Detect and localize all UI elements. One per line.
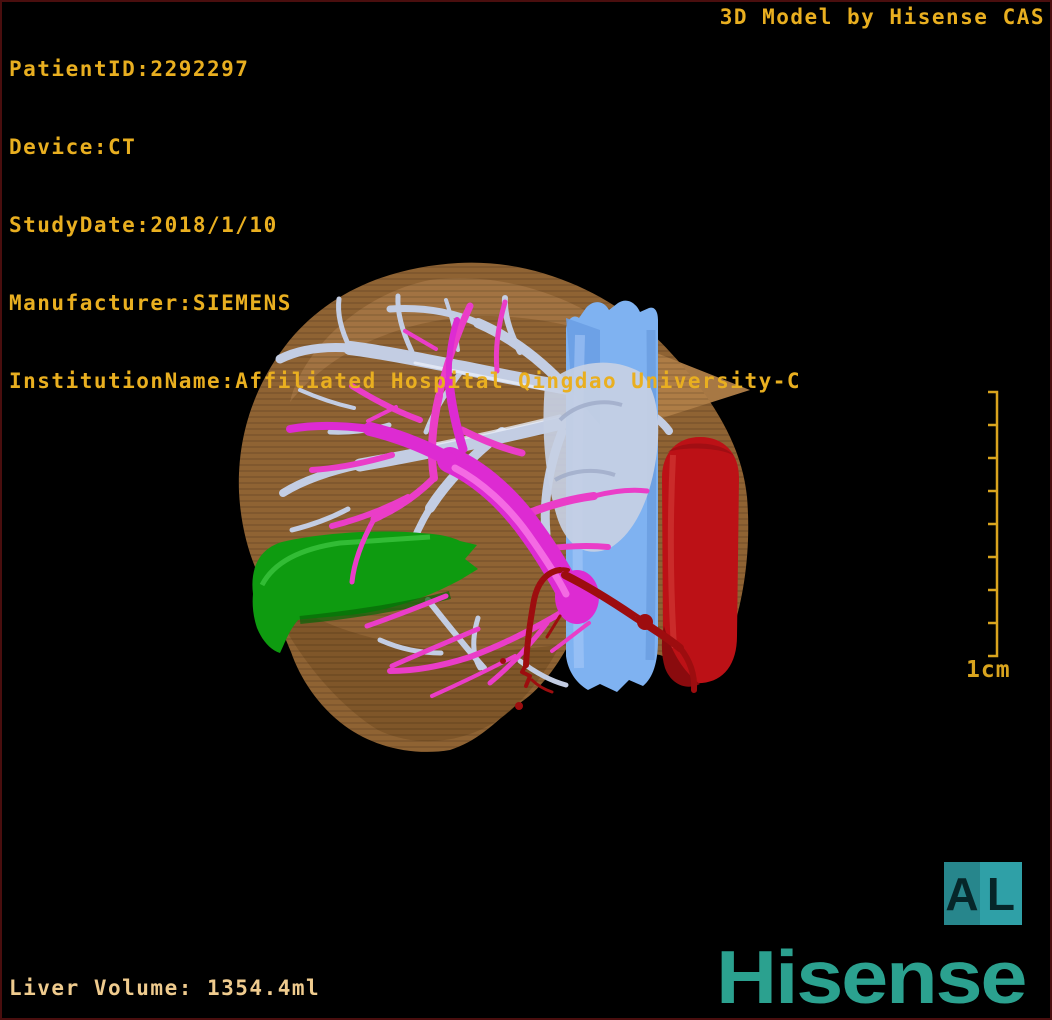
watermark-title: 3D Model by Hisense CAS (719, 5, 1045, 29)
aorta-highlight (667, 454, 677, 649)
patient-id-text: PatientID:2292297 (9, 57, 250, 81)
aorta-model[interactable] (661, 437, 739, 687)
orientation-face-left[interactable]: L (979, 862, 1022, 925)
institution-text: InstitutionName:Affiliated Hospital Qing… (9, 369, 802, 393)
viewer-window: PatientID:2292297 Device:CT StudyDate:20… (0, 0, 1052, 1020)
study-date-text: StudyDate:2018/1/10 (9, 213, 278, 237)
scale-label: 1cm (966, 657, 1011, 683)
orientation-letter-a: A (945, 867, 979, 920)
orientation-letter-l: L (986, 867, 1015, 920)
brand-logo: Hisense (716, 935, 1028, 1019)
orientation-face-anterior[interactable]: A (944, 862, 980, 925)
device-text: Device:CT (9, 135, 137, 159)
manufacturer-text: Manufacturer:SIEMENS (9, 291, 292, 315)
patient-info: PatientID:2292297 Device:CT StudyDate:20… (9, 4, 801, 446)
liver-volume-readout: Liver Volume: 1354.4ml (9, 976, 321, 1000)
orientation-cube[interactable]: A L (944, 862, 1022, 925)
scale-bar (988, 390, 999, 658)
